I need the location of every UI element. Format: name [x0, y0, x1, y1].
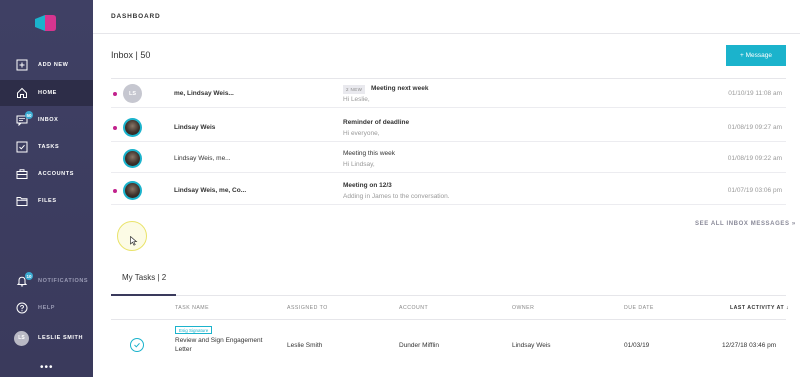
sidebar-item-label: HELP	[38, 305, 56, 311]
page-title: DASHBOARD	[111, 13, 161, 20]
column-header-assigned-to[interactable]: ASSIGNED TO	[287, 305, 328, 311]
tab-my-tasks[interactable]: My Tasks | 2	[122, 273, 166, 282]
topbar: DASHBOARD	[93, 0, 800, 34]
task-last-activity: 12/27/18 03:46 pm	[722, 342, 777, 349]
sidebar-item-files[interactable]: FILES	[0, 188, 93, 214]
see-all-inbox-link[interactable]: SEE ALL INBOX MESSAGES »	[695, 221, 796, 227]
message-from: Lindsay Weis, me...	[174, 155, 231, 162]
sidebar-item-label: ADD NEW	[38, 62, 69, 68]
more-menu-icon[interactable]: •••	[40, 362, 54, 373]
unread-dot	[113, 126, 117, 130]
inbox-row[interactable]: Lindsay Weis, me, Co... Meeting on 12/3 …	[111, 176, 786, 205]
sidebar-item-tasks[interactable]: TASKS	[0, 134, 93, 160]
folder-icon	[15, 194, 29, 208]
column-header-owner[interactable]: OWNER	[512, 305, 534, 311]
sidebar-item-add-new[interactable]: ADD NEW	[0, 52, 93, 78]
message-subject: Meeting this week	[343, 150, 396, 157]
task-assigned-to: Leslie Smith	[287, 342, 323, 349]
task-name[interactable]: Review and Sign Engagement	[175, 337, 262, 344]
message-from: Lindsay Weis, me, Co...	[174, 187, 247, 194]
sidebar-item-label: NOTIFICATIONS	[38, 278, 89, 284]
new-message-button[interactable]: + Message	[726, 45, 786, 66]
sidebar-item-label: FILES	[38, 198, 57, 204]
inbox-header: Inbox | 50	[111, 50, 151, 60]
column-header-due-date[interactable]: DUE DATE	[624, 305, 654, 311]
divider	[111, 295, 786, 296]
sidebar-item-label: HOME	[38, 90, 57, 96]
task-type-tag: Esig Signature	[175, 326, 213, 334]
check-icon	[134, 342, 140, 348]
avatar	[123, 118, 142, 137]
inbox-row[interactable]: Lindsay Weis Reminder of deadline Hi eve…	[111, 113, 786, 142]
unread-dot	[113, 92, 117, 96]
avatar	[123, 181, 142, 200]
avatar	[123, 149, 142, 168]
sidebar: ADD NEW HOME 50 INBOX TASKS ACCOUNTS FIL…	[0, 0, 93, 377]
column-header-account[interactable]: ACCOUNT	[399, 305, 428, 311]
message-preview: Hi everyone,	[343, 130, 380, 137]
unread-dot	[113, 189, 117, 193]
sidebar-item-label: ACCOUNTS	[38, 171, 74, 177]
message-date: 01/08/19 09:27 am	[727, 124, 782, 131]
help-icon	[15, 301, 29, 315]
task-account: Dunder Mifflin	[399, 342, 439, 349]
task-name-continued[interactable]: Letter	[175, 346, 192, 353]
sidebar-item-notifications[interactable]: 10 NOTIFICATIONS	[0, 268, 93, 294]
sidebar-item-label: INBOX	[38, 117, 59, 123]
message-subject: Reminder of deadline	[343, 119, 410, 126]
message-preview: Hi Lindsay,	[343, 161, 375, 168]
message-from: me, Lindsay Weis...	[174, 90, 234, 97]
divider	[111, 319, 786, 320]
sidebar-item-home[interactable]: HOME	[0, 80, 93, 106]
sidebar-item-inbox[interactable]: 50 INBOX	[0, 107, 93, 133]
home-icon	[15, 86, 29, 100]
sidebar-item-label: TASKS	[38, 144, 60, 150]
checkbox-icon	[15, 140, 29, 154]
inbox-row[interactable]: LS me, Lindsay Weis... 2 NEW Meeting nex…	[111, 79, 786, 108]
message-subject: Meeting next week	[371, 85, 429, 92]
app-logo[interactable]	[33, 14, 57, 32]
message-from: Lindsay Weis	[174, 124, 216, 131]
inbox-badge: 50	[25, 111, 33, 119]
plus-box-icon	[15, 58, 29, 72]
avatar: LS	[14, 330, 29, 346]
message-date: 01/07/19 03:06 pm	[727, 187, 782, 194]
message-subject: Meeting on 12/3	[343, 182, 392, 189]
sidebar-user-profile[interactable]: LS LESLIE SMITH	[0, 325, 93, 351]
task-due-date: 01/03/19	[624, 342, 650, 349]
user-name: LESLIE SMITH	[38, 335, 84, 341]
message-preview: Hi Leslie,	[343, 96, 370, 103]
inbox-row[interactable]: Lindsay Weis, me... Meeting this week Hi…	[111, 144, 786, 173]
message-date: 01/08/19 09:22 am	[727, 155, 782, 162]
sidebar-item-help[interactable]: HELP	[0, 295, 93, 321]
new-count-badge: 2 NEW	[343, 85, 366, 94]
task-owner: Lindsay Weis	[512, 342, 551, 349]
complete-task-checkbox[interactable]	[130, 338, 144, 352]
cursor-arrow-icon	[130, 233, 138, 246]
message-preview: Adding in James to the conversation.	[343, 193, 450, 200]
briefcase-icon	[15, 167, 29, 181]
notifications-badge: 10	[25, 272, 33, 280]
avatar: LS	[123, 84, 142, 103]
message-date: 01/10/19 11:08 am	[728, 90, 782, 97]
sidebar-item-accounts[interactable]: ACCOUNTS	[0, 161, 93, 187]
column-header-last-activity[interactable]: LAST ACTIVITY AT ↓	[730, 305, 789, 311]
active-tab-indicator	[111, 294, 176, 296]
column-header-task-name[interactable]: TASK NAME	[175, 305, 209, 311]
